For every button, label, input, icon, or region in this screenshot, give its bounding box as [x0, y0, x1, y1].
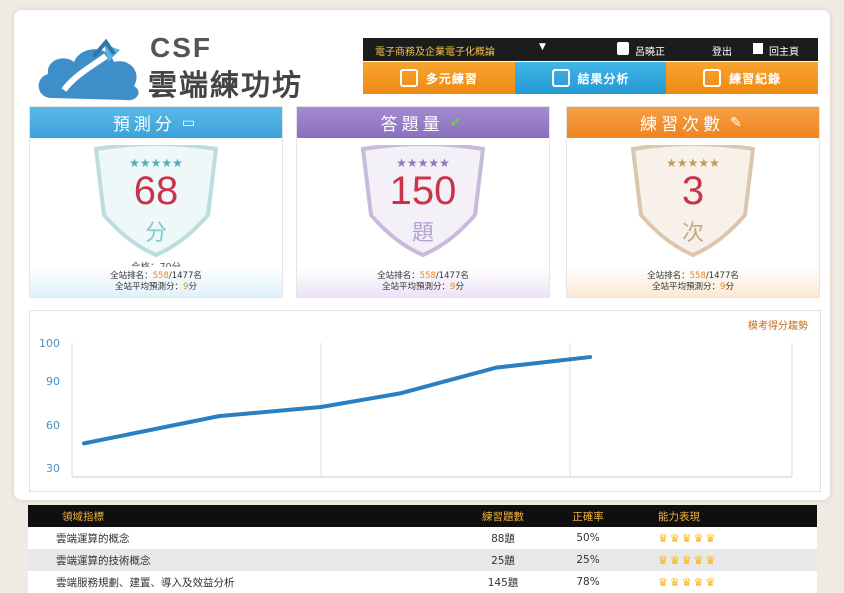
main-nav: 多元練習 結果分析 練習紀錄 [363, 62, 819, 94]
avg-unit: 分 [188, 282, 197, 292]
table-row[interactable]: 雲端運算的概念 88題 50% ♛♛♛♛♛ [28, 527, 817, 549]
row-rate: 50% [576, 532, 600, 544]
card-footer: 全站排名：558/1477名 全站平均預測分：9分 [297, 267, 549, 297]
nav-practice-label: 多元練習 [425, 71, 478, 86]
row-domain: 雲端運算的概念 [56, 532, 130, 545]
nav-practice[interactable]: 多元練習 [363, 62, 515, 94]
practice-times-card: 練習次數 ✎ ★★★★★ 3 次 全站排名：558/1477名 全站平均預測分：… [566, 106, 820, 298]
header-ability: 能力表現 [658, 510, 700, 523]
analysis-icon [551, 69, 570, 87]
user-icon [617, 42, 629, 55]
row-count: 88題 [491, 532, 515, 545]
card-title: 答題量 [380, 115, 444, 135]
y-tick-label: 30 [46, 462, 60, 475]
logo-text-en: CSF [150, 32, 212, 63]
rank-value: 558 [152, 271, 169, 281]
data-point [82, 441, 86, 445]
nav-records-label: 練習紀錄 [729, 71, 782, 86]
score-value: 68 [133, 169, 179, 213]
count-value: 150 [389, 169, 457, 213]
times-value: 3 [681, 169, 705, 213]
chevron-down-icon[interactable]: ▼ [539, 42, 546, 52]
series-line [82, 355, 592, 446]
data-point [398, 391, 402, 395]
count-unit: 題 [411, 221, 434, 246]
monitor-icon: ▭ [181, 114, 200, 131]
rank-value: 558 [689, 271, 706, 281]
page-container: CSF 雲端練功坊 電子商務及企業電子化概論 ▼ 呂曉正 登出 回主頁 多元練習… [14, 10, 830, 500]
header-count: 練習題數 [482, 510, 524, 523]
header-domain: 領域指標 [62, 510, 104, 523]
nav-analysis-label: 結果分析 [577, 71, 630, 86]
row-domain: 雲端服務規劃、建置、導入及效益分析 [56, 576, 235, 589]
avg-label: 全站平均預測分： [115, 282, 184, 292]
data-point [494, 366, 498, 370]
card-title: 練習次數 [640, 115, 725, 135]
rank-label: 全站排名： [647, 271, 690, 281]
home-icon [753, 43, 763, 54]
logo-text-zh: 雲端練功坊 [148, 68, 304, 102]
data-point [217, 414, 221, 418]
cloud-logo-icon [38, 38, 139, 101]
nav-analysis[interactable]: 結果分析 [514, 62, 667, 94]
logout-link[interactable]: 登出 [712, 43, 732, 58]
row-count: 25題 [491, 554, 515, 567]
score-trend-chart: 模考得分趨勢 100 90 60 30 [29, 310, 821, 492]
card-header: 練習次數 ✎ [567, 107, 819, 138]
crown-icon: ♛♛♛♛♛ [658, 531, 718, 545]
y-tick-label: 90 [46, 375, 60, 388]
rank-total: /1477名 [435, 271, 469, 281]
check-icon: ✔ [449, 114, 466, 131]
rank-label: 全站排名： [377, 271, 420, 281]
home-link[interactable]: 回主頁 [769, 43, 799, 58]
svg-text:★★★★★: ★★★★★ [666, 156, 720, 170]
header-rate: 正確率 [572, 510, 604, 523]
card-footer: 全站排名：558/1477名 全站平均預測分：9分 [30, 267, 282, 297]
record-icon [703, 69, 722, 87]
rank-total: /1477名 [168, 271, 202, 281]
row-count: 145題 [487, 576, 519, 589]
avg-label: 全站平均預測分： [652, 282, 721, 292]
avg-unit: 分 [725, 282, 734, 292]
crown-icon: ♛♛♛♛♛ [658, 553, 718, 567]
table-row[interactable]: 雲端運算的技術概念 25題 25% ♛♛♛♛♛ [28, 549, 817, 571]
row-rate: 25% [576, 554, 600, 566]
card-header: 答題量 ✔ [297, 107, 549, 138]
card-title: 預測分 [112, 115, 176, 135]
domain-table: 領域指標 練習題數 正確率 能力表現 雲端運算的概念 88題 50% ♛♛♛♛♛… [28, 505, 817, 593]
svg-text:★★★★★: ★★★★★ [129, 156, 183, 170]
table-row[interactable]: 雲端服務規劃、建置、導入及效益分析 145題 78% ♛♛♛♛♛ [28, 571, 817, 593]
chart-svg: 100 90 60 30 [39, 337, 793, 478]
data-point [588, 355, 592, 359]
crown-icon: ♛♛♛♛♛ [658, 575, 718, 589]
row-domain: 雲端運算的技術概念 [56, 554, 151, 567]
card-header: 預測分 ▭ [30, 107, 282, 138]
row-rate: 78% [576, 576, 600, 588]
chart-title: 模考得分趨勢 [748, 321, 808, 332]
practice-icon [399, 69, 418, 87]
rank-total: /1477名 [705, 271, 739, 281]
pencil-icon: ✎ [730, 114, 746, 131]
y-tick-label: 100 [39, 337, 60, 350]
avg-unit: 分 [455, 282, 464, 292]
data-point [319, 405, 323, 409]
nav-records[interactable]: 練習紀錄 [666, 62, 819, 94]
top-bar: 電子商務及企業電子化概論 ▼ 呂曉正 登出 回主頁 [363, 38, 818, 61]
svg-text:★★★★★: ★★★★★ [396, 156, 450, 170]
avg-label: 全站平均預測分： [382, 282, 451, 292]
predicted-score-card: 預測分 ▭ ★★★★★ 68 分 合格：70分 全站排名：558/1477名 全… [29, 106, 283, 298]
times-unit: 次 [681, 221, 704, 246]
user-name[interactable]: 呂曉正 [635, 43, 665, 58]
rank-label: 全站排名： [110, 271, 153, 281]
logo[interactable]: CSF 雲端練功坊 [34, 32, 354, 108]
course-dropdown[interactable]: 電子商務及企業電子化概論 [375, 43, 495, 58]
rank-value: 558 [419, 271, 436, 281]
score-unit: 分 [144, 221, 167, 246]
answered-count-card: 答題量 ✔ ★★★★★ 150 題 全站排名：558/1477名 全站平均預測分… [296, 106, 550, 298]
y-tick-label: 60 [46, 419, 60, 432]
table-header: 領域指標 練習題數 正確率 能力表現 [28, 505, 817, 527]
card-footer: 全站排名：558/1477名 全站平均預測分：9分 [567, 267, 819, 297]
